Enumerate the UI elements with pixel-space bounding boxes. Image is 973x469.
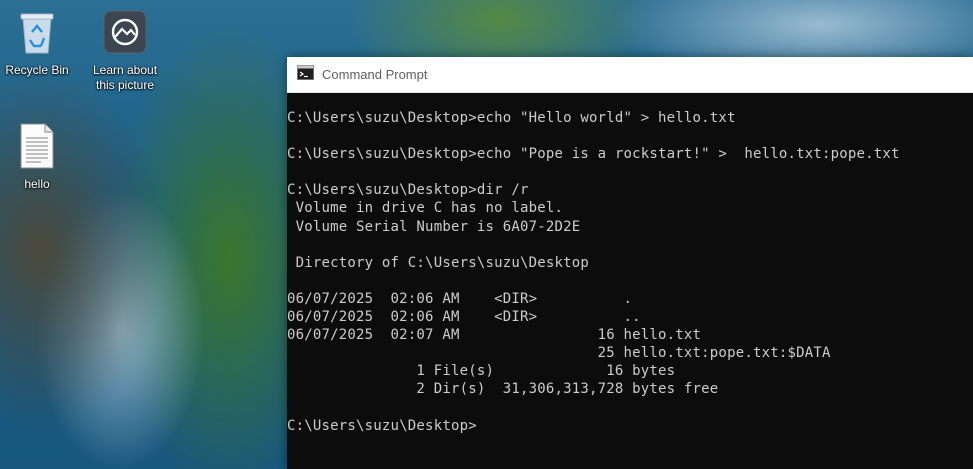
desktop-icon-label: hello <box>24 177 50 191</box>
console-line: Volume Serial Number is 6A07-2D2E <box>287 218 581 235</box>
window-titlebar[interactable]: Command Prompt <box>287 57 973 93</box>
console-line: 2 Dir(s) 31,306,313,728 bytes free <box>287 381 719 398</box>
text-file-icon <box>0 122 77 174</box>
desktop-icon-learn-about-picture[interactable]: Learn about this picture <box>85 8 165 93</box>
console-line: C:\Users\suzu\Desktop>dir /r <box>287 182 529 199</box>
window-title: Command Prompt <box>322 67 428 82</box>
console-line: C:\Users\suzu\Desktop>echo "Hello world"… <box>287 110 736 126</box>
desktop-icon-hello-file[interactable]: hello <box>0 122 77 192</box>
label-line-2: this picture <box>95 78 155 92</box>
label-line-1: Learn about <box>92 63 158 77</box>
console-line: C:\Users\suzu\Desktop> <box>287 417 477 434</box>
recycle-bin-icon <box>0 8 77 60</box>
console-line: 06/07/2025 02:06 AM <DIR> .. <box>287 309 641 326</box>
console-line: 25 hello.txt:pope.txt:$DATA <box>287 345 831 362</box>
desktop-icon-label: Recycle Bin <box>5 63 69 77</box>
learn-about-picture-icon <box>85 8 165 60</box>
command-prompt-icon <box>297 64 314 85</box>
command-prompt-window[interactable]: Command Prompt C:\Users\suzu\Desktop>ech… <box>287 57 973 469</box>
console-line: 06/07/2025 02:07 AM 16 hello.txt <box>287 327 702 344</box>
console-output[interactable]: C:\Users\suzu\Desktop>echo "Hello world"… <box>287 109 973 435</box>
console-line: 06/07/2025 02:06 AM <DIR> . <box>287 290 633 307</box>
desktop-icon-label: Learn about this picture <box>93 63 157 92</box>
desktop-icon-recycle-bin[interactable]: Recycle Bin <box>0 8 77 78</box>
console-line: C:\Users\suzu\Desktop>echo "Pope is a ro… <box>287 146 900 163</box>
console-line: Volume in drive C has no label. <box>287 200 564 217</box>
console-line: Directory of C:\Users\suzu\Desktop <box>287 254 590 271</box>
console-line: 1 File(s) 16 bytes <box>287 363 676 380</box>
